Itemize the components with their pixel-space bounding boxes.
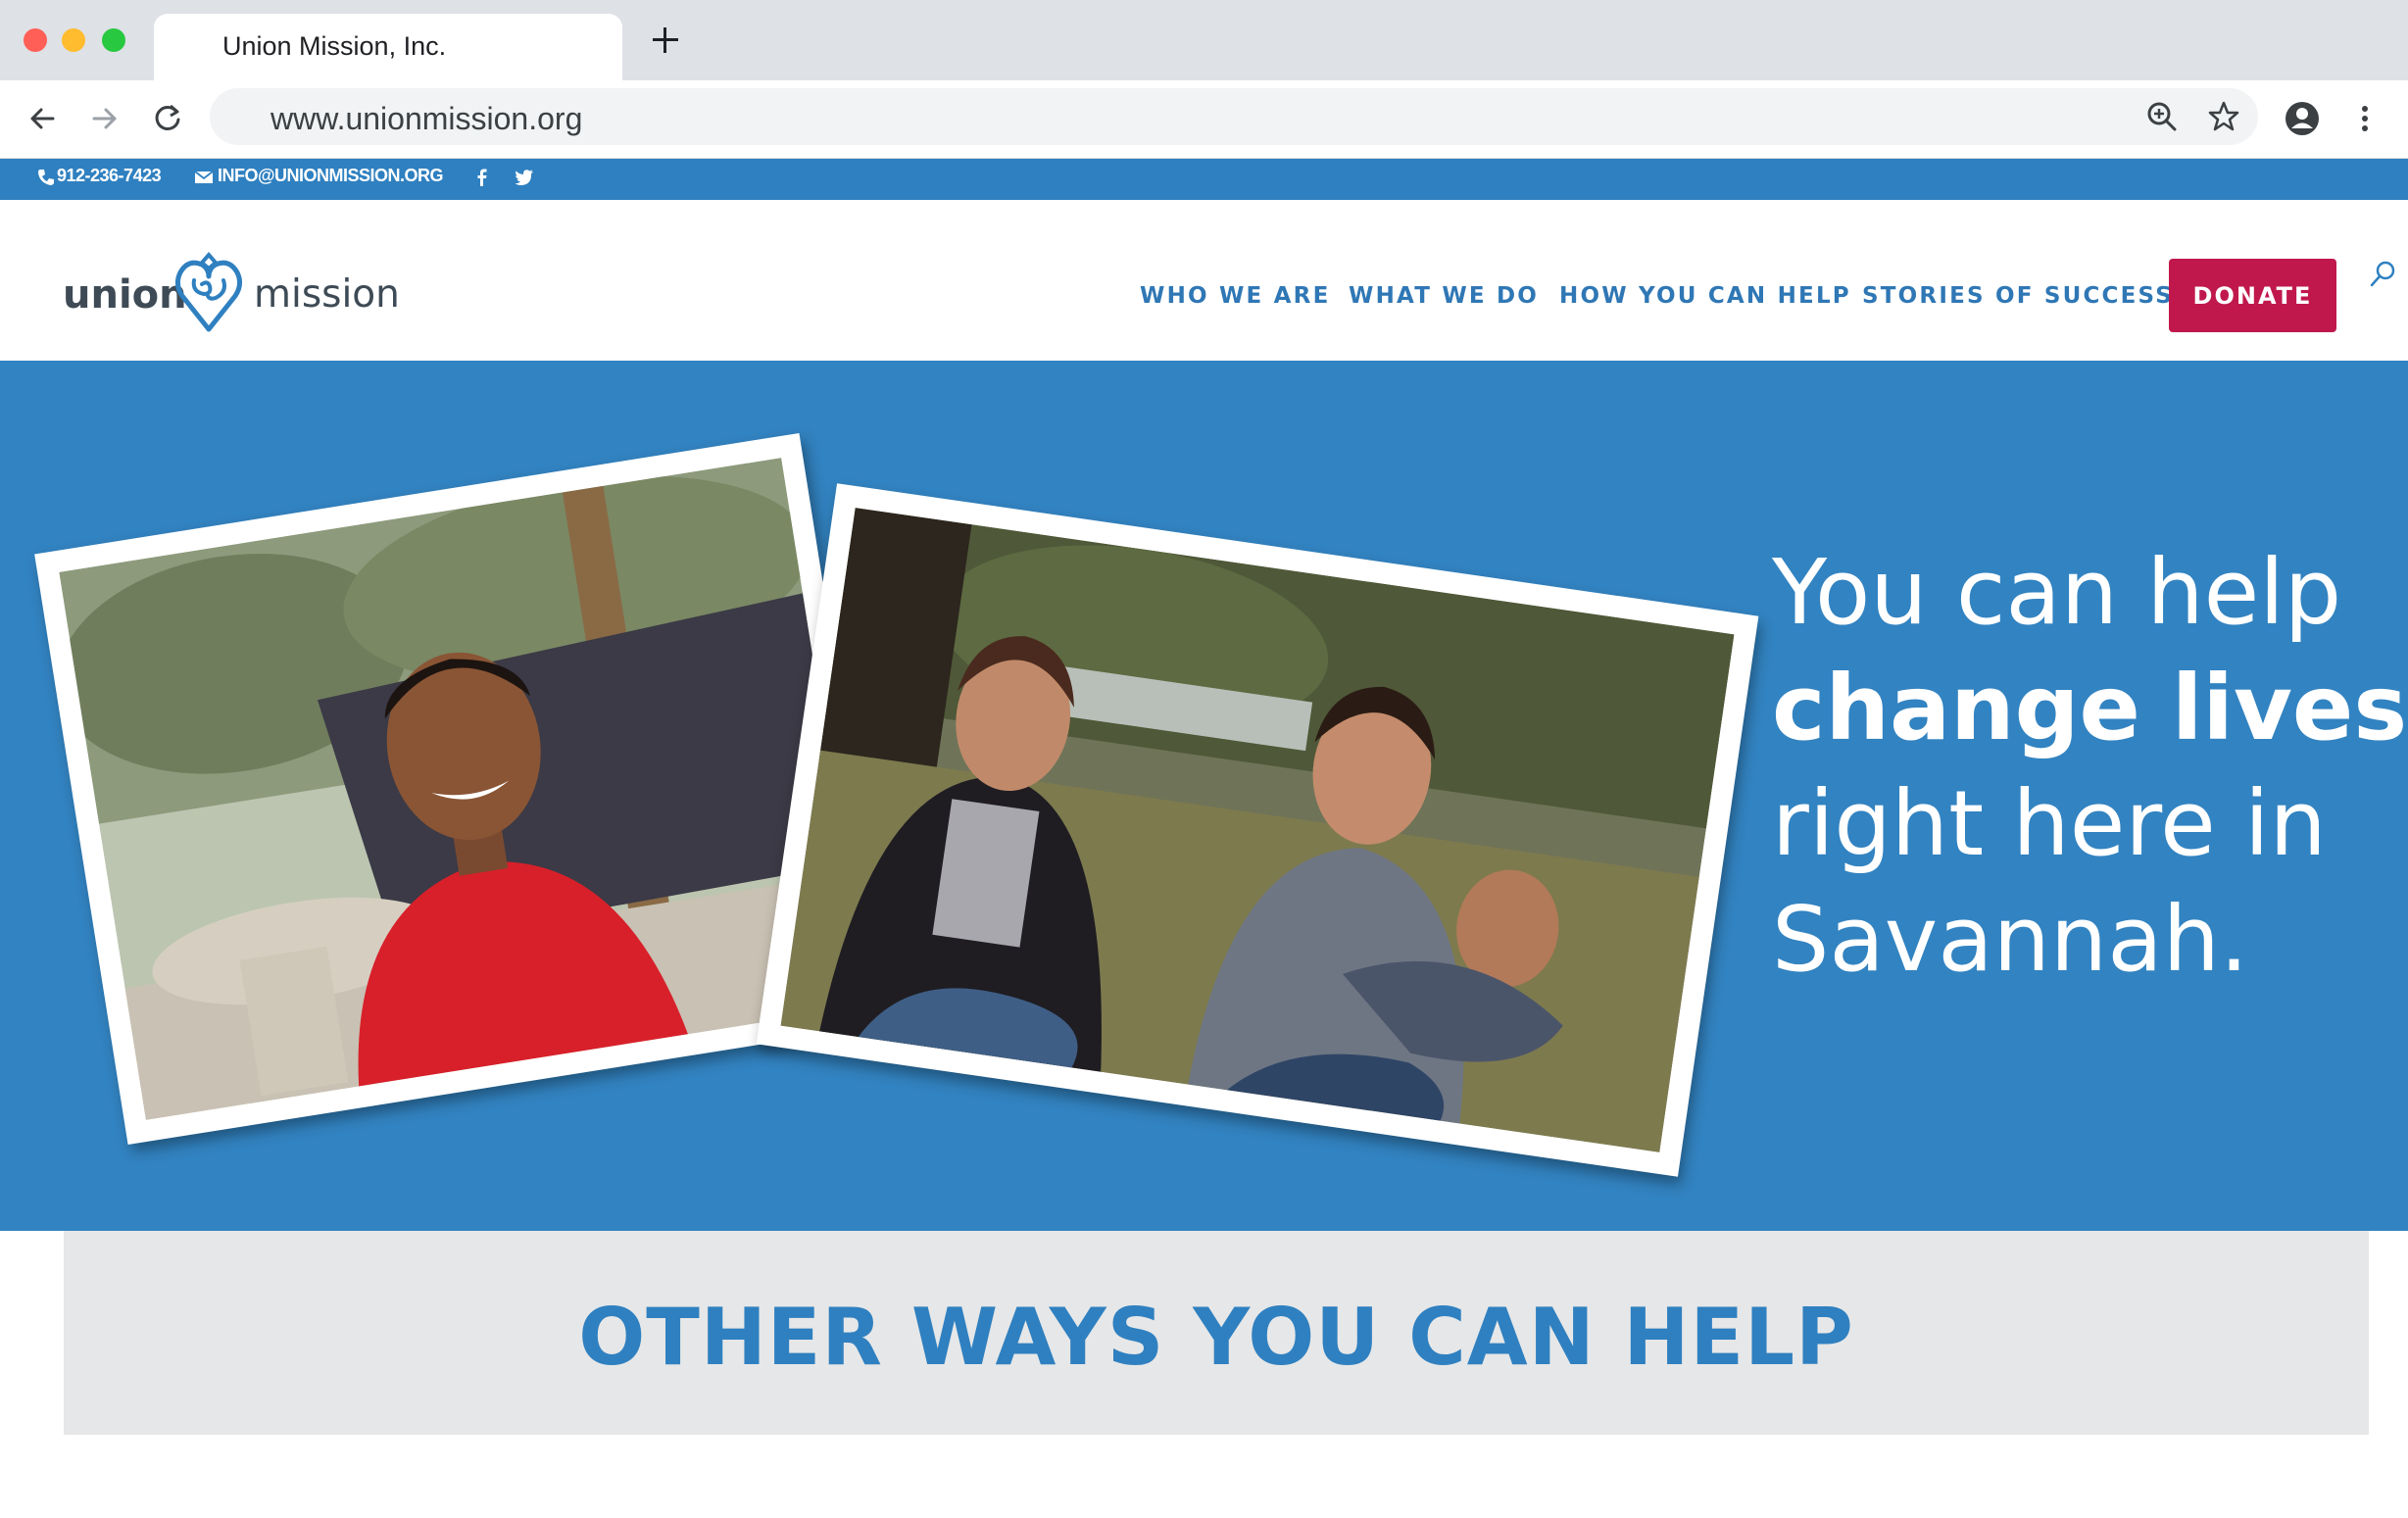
nav-what-we-do[interactable]: WHAT WE DO [1349,283,1539,309]
section-title: OTHER WAYS YOU CAN HELP [578,1292,1854,1383]
search-icon[interactable] [2367,259,2398,290]
hero-line-2: change lives [1772,656,2408,760]
hero-headline: You can help change lives right here in … [1772,535,2407,998]
url-text: www.unionmission.org [270,101,583,136]
logo-word-mission: mission [254,272,400,317]
heart-swirl-logo-icon [172,251,245,335]
phone-icon [35,167,57,188]
donate-button[interactable]: DONATE [2169,259,2336,332]
logo-word-union: union [63,272,187,318]
minimize-window-button[interactable] [62,28,85,52]
bookmark-star-icon[interactable] [2205,98,2242,135]
nav-stories-of-success[interactable]: STORIES OF SUCCESS [1862,283,2174,309]
hero-line-1: You can help [1772,540,2342,645]
forward-arrow-icon[interactable] [84,98,125,139]
maximize-window-button[interactable] [102,28,125,52]
browser-toolbar: www.unionmission.org [0,80,2408,159]
union-mission-logo[interactable]: union mission [63,243,400,341]
tab-strip: Union Mission, Inc. [0,0,2408,80]
address-bar[interactable]: www.unionmission.org [210,88,2258,145]
site-header: union mission WHO WE ARE WHAT WE DO HOW … [0,200,2408,361]
browser-tab[interactable]: Union Mission, Inc. [154,14,622,80]
browser-chrome: Union Mission, Inc. www.unionmission.org [0,0,2408,159]
contact-top-bar: 912-236-7423 INFO@UNIONMISSION.ORG [0,159,2408,200]
reload-icon[interactable] [147,98,188,139]
facebook-icon[interactable] [471,167,493,188]
tab-title: Union Mission, Inc. [222,31,447,61]
close-window-button[interactable] [24,28,47,52]
zoom-icon[interactable] [2143,98,2181,135]
twitter-icon[interactable] [514,167,535,188]
other-ways-section: OTHER WAYS YOU CAN HELP [64,1231,2369,1435]
hero-photo-family-in-park [756,483,1759,1177]
new-tab-plus-icon[interactable] [651,25,680,55]
email-icon [193,167,215,188]
back-arrow-icon[interactable] [22,98,63,139]
phone-link[interactable]: 912-236-7423 [57,166,162,186]
hero-line-4: Savannah. [1772,887,2249,992]
email-link[interactable]: INFO@UNIONMISSION.ORG [218,166,444,186]
nav-how-you-can-help[interactable]: HOW YOU CAN HELP [1559,283,1851,309]
hero-banner: You can help change lives right here in … [0,361,2408,1231]
browser-menu-icon[interactable] [2344,98,2385,139]
profile-avatar-icon[interactable] [2282,98,2323,139]
nav-who-we-are[interactable]: WHO WE ARE [1140,283,1331,309]
hero-line-3: right here in [1772,771,2327,876]
